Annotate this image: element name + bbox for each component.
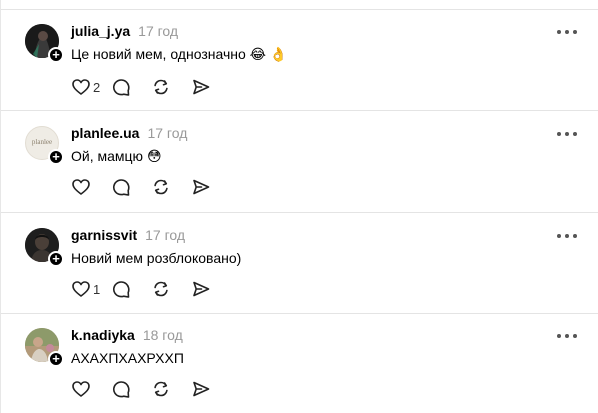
timestamp[interactable]: 17 год	[147, 125, 187, 141]
avatar[interactable]: planlee +	[25, 126, 64, 165]
comment-header: julia_j.ya 17 год	[71, 23, 178, 41]
follow-plus-icon[interactable]: +	[48, 251, 64, 267]
share-icon	[193, 79, 210, 95]
comments-feed: + julia_j.ya 17 год Це новий мем, однозн…	[0, 0, 598, 413]
comment-emoji: 😳	[146, 148, 162, 164]
like-button[interactable]	[71, 177, 111, 197]
comment-button[interactable]	[111, 379, 151, 399]
comment-body: Новий мем розблоковано)	[71, 250, 242, 266]
comment-text: Ой, мамцю 😳	[71, 148, 162, 165]
like-count: 2	[93, 79, 101, 95]
action-bar: 2	[71, 77, 231, 97]
comment-button[interactable]	[111, 279, 151, 299]
comment-header: planlee.ua 17 год	[71, 125, 187, 143]
avatar[interactable]: +	[25, 24, 64, 63]
comment-text: Новий мем розблоковано)	[71, 250, 241, 266]
repost-icon	[154, 381, 168, 397]
share-icon	[193, 179, 210, 195]
repost-icon	[154, 79, 168, 95]
username[interactable]: garnissvit	[71, 227, 137, 243]
heart-icon	[72, 79, 90, 95]
repost-icon	[154, 281, 168, 297]
action-bar	[71, 177, 231, 197]
comment-post: + k.nadiyka 18 год АХАХПХАХРХХП	[1, 314, 598, 413]
like-button[interactable]	[71, 379, 111, 399]
comment-body: АХАХПХАХРХХП	[71, 350, 184, 366]
repost-button[interactable]	[151, 177, 191, 197]
timestamp[interactable]: 17 год	[145, 227, 185, 243]
share-button[interactable]	[191, 379, 231, 399]
comment-body: Це новий мем, однозначно	[71, 46, 246, 62]
share-button[interactable]	[191, 279, 231, 299]
like-button[interactable]: 2	[71, 77, 111, 97]
share-icon	[193, 381, 210, 397]
avatar[interactable]: +	[25, 328, 64, 367]
share-button[interactable]	[191, 77, 231, 97]
like-count: 1	[93, 281, 101, 297]
action-bar	[71, 379, 231, 399]
comment-header: garnissvit 17 год	[71, 227, 185, 245]
timestamp[interactable]: 18 год	[143, 327, 183, 343]
username[interactable]: k.nadiyka	[71, 327, 135, 343]
comment-header: k.nadiyka 18 год	[71, 327, 183, 345]
follow-plus-icon[interactable]: +	[48, 351, 64, 367]
share-button[interactable]	[191, 177, 231, 197]
repost-button[interactable]	[151, 379, 191, 399]
avatar-logo-text: planlee	[31, 138, 53, 146]
action-bar: 1	[71, 279, 231, 299]
comment-text: АХАХПХАХРХХП	[71, 350, 184, 366]
repost-button[interactable]	[151, 77, 191, 97]
like-button[interactable]: 1	[71, 279, 111, 299]
username[interactable]: julia_j.ya	[71, 23, 130, 39]
share-icon	[193, 281, 210, 297]
comment-body: Ой, мамцю	[71, 148, 144, 164]
username[interactable]: planlee.ua	[71, 125, 139, 141]
more-icon[interactable]	[557, 27, 577, 37]
more-icon[interactable]	[557, 129, 577, 139]
comment-button[interactable]	[111, 77, 151, 97]
comment-post: + garnissvit 17 год Новий мем розблокова…	[1, 213, 598, 314]
comment-icon	[112, 79, 130, 96]
comment-icon	[112, 381, 130, 398]
repost-button[interactable]	[151, 279, 191, 299]
more-icon[interactable]	[557, 231, 577, 241]
comment-icon	[112, 179, 130, 196]
heart-icon	[72, 381, 90, 397]
comment-post: + julia_j.ya 17 год Це новий мем, однозн…	[1, 10, 598, 111]
follow-plus-icon[interactable]: +	[48, 149, 64, 165]
comment-post: planlee + planlee.ua 17 год Ой, мамцю 😳	[1, 111, 598, 213]
more-icon[interactable]	[557, 331, 577, 341]
follow-plus-icon[interactable]: +	[48, 47, 64, 63]
heart-icon	[72, 281, 90, 297]
heart-icon	[72, 179, 90, 195]
repost-icon	[154, 179, 168, 195]
avatar[interactable]: +	[25, 228, 64, 267]
comment-icon	[112, 281, 130, 298]
comment-emoji: 😂 👌	[249, 46, 288, 62]
timestamp[interactable]: 17 год	[138, 23, 178, 39]
comment-button[interactable]	[111, 177, 151, 197]
comment-text: Це новий мем, однозначно 😂 👌	[71, 46, 287, 63]
